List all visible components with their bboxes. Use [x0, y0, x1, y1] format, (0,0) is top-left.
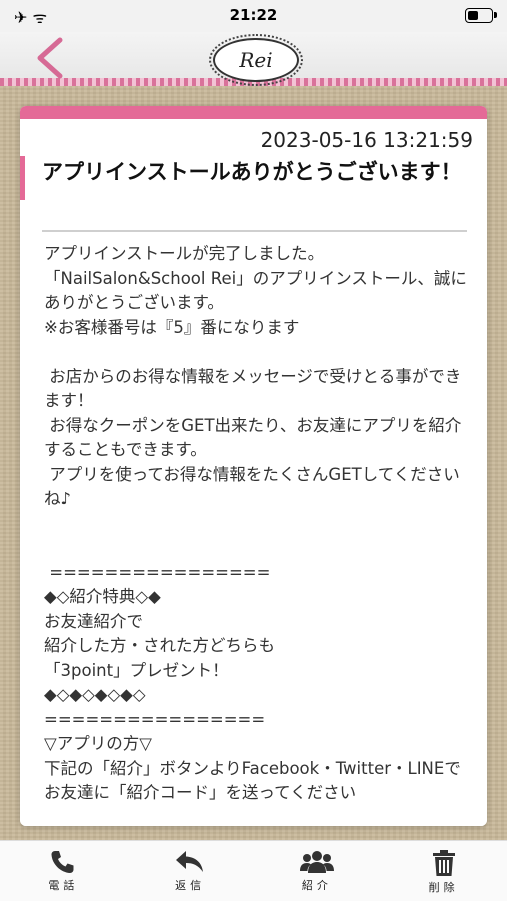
tab-delete[interactable]: 削除	[380, 841, 507, 901]
chevron-left-icon	[37, 37, 63, 79]
bottom-tab-bar: 電話 返信 紹介 削除	[0, 840, 507, 901]
title-accent-mark	[20, 156, 25, 200]
tab-reply[interactable]: 返信	[127, 841, 254, 901]
tab-label-introduce: 紹介	[301, 879, 332, 892]
tab-label-phone: 電話	[48, 879, 79, 892]
tab-introduce[interactable]: 紹介	[254, 841, 381, 901]
title-divider	[42, 230, 467, 232]
back-button[interactable]	[30, 36, 70, 80]
tab-phone[interactable]: 電話	[0, 841, 127, 901]
battery-level	[468, 11, 478, 20]
battery-icon	[465, 8, 497, 23]
logo-text: Rei	[239, 48, 273, 72]
message-date: 2023-05-16 13:21:59	[260, 128, 473, 152]
salon-logo: Rei	[209, 34, 303, 86]
status-bar: ✈ ᯤ 21:22	[0, 0, 507, 32]
message-title: アプリインストールありがとうございます！	[42, 160, 462, 184]
card-bottom-fade	[20, 804, 487, 826]
people-icon	[299, 851, 334, 873]
message-card: 2023-05-16 13:21:59 アプリインストールありがとうございます！…	[20, 106, 487, 826]
trash-icon	[432, 850, 455, 876]
card-accent-bar	[20, 106, 487, 119]
phone-icon	[51, 851, 74, 873]
message-body[interactable]: アプリインストールが完了しました。 「NailSalon&School Rei」…	[44, 242, 469, 806]
tab-label-reply: 返信	[175, 879, 206, 892]
status-time: 21:22	[229, 6, 278, 24]
tab-label-delete: 削除	[428, 881, 459, 894]
reply-icon	[176, 851, 204, 872]
